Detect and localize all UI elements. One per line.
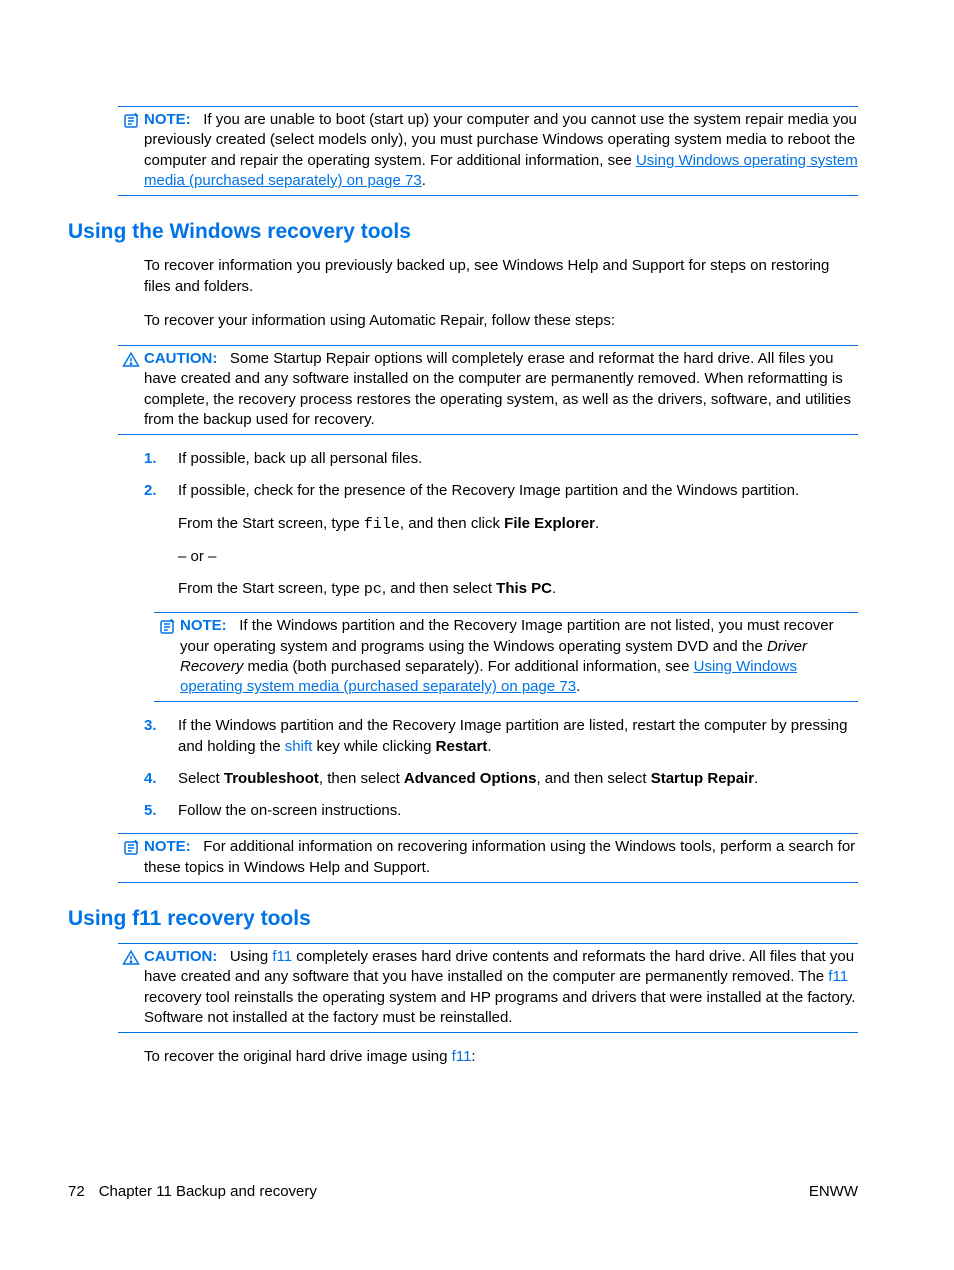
- note-label: NOTE:: [144, 111, 191, 128]
- chapter-label: Chapter 11 Backup and recovery: [99, 1182, 317, 1202]
- code-file: file: [364, 516, 400, 533]
- bold-restart: Restart: [436, 738, 488, 755]
- step-num: 1.: [144, 449, 178, 469]
- code-pc: pc: [364, 581, 382, 598]
- caution1-text: Some Startup Repair options will complet…: [144, 350, 851, 428]
- caution-icon: [118, 947, 144, 967]
- note-body: NOTE: If you are unable to boot (start u…: [144, 110, 858, 191]
- step-body: Follow the on-screen instructions.: [178, 801, 858, 821]
- step-4: 4. Select Troubleshoot, then select Adva…: [144, 769, 858, 789]
- note3-text: For additional information on recovering…: [144, 838, 855, 875]
- step-5: 5. Follow the on-screen instructions.: [144, 801, 858, 821]
- step2-sub3: From the Start screen, type pc, and then…: [178, 579, 858, 600]
- para-3: To recover the original hard drive image…: [144, 1047, 858, 1067]
- page-number: 72: [68, 1182, 85, 1202]
- step-body: If the Windows partition and the Recover…: [178, 716, 858, 757]
- step-3: 3. If the Windows partition and the Reco…: [144, 716, 858, 757]
- para-1: To recover information you previously ba…: [144, 256, 858, 297]
- note-block-2: NOTE: If the Windows partition and the R…: [154, 612, 858, 702]
- ordered-steps-cont: 3. If the Windows partition and the Reco…: [144, 716, 858, 821]
- note-block-3: NOTE: For additional information on reco…: [118, 833, 858, 883]
- bold-file-explorer: File Explorer: [504, 515, 595, 532]
- step-body: Select Troubleshoot, then select Advance…: [178, 769, 858, 789]
- heading-f11-recovery: Using f11 recovery tools: [68, 905, 858, 933]
- step-2: 2. If possible, check for the presence o…: [144, 481, 858, 600]
- para-2: To recover your information using Automa…: [144, 311, 858, 331]
- note-body: NOTE: For additional information on reco…: [144, 837, 858, 878]
- step-num: 3.: [144, 716, 178, 736]
- caution-body: CAUTION: Using f11 completely erases har…: [144, 947, 858, 1028]
- page-content: NOTE: If you are unable to boot (start u…: [0, 0, 954, 1067]
- note-icon: [118, 837, 144, 857]
- key-f11: f11: [452, 1048, 472, 1065]
- note-label: NOTE:: [144, 838, 191, 855]
- note-label: NOTE:: [180, 617, 227, 634]
- caution-body: CAUTION: Some Startup Repair options wil…: [144, 349, 858, 430]
- note-icon: [154, 616, 180, 636]
- note-body: NOTE: If the Windows partition and the R…: [180, 616, 858, 697]
- page-footer: 72 Chapter 11 Backup and recovery ENWW: [68, 1182, 858, 1202]
- note1-text2: .: [422, 172, 426, 189]
- step-body: If possible, back up all personal files.: [178, 449, 858, 469]
- key-f11: f11: [272, 948, 292, 965]
- note-block-1: NOTE: If you are unable to boot (start u…: [118, 106, 858, 196]
- caution-block-2: CAUTION: Using f11 completely erases har…: [118, 943, 858, 1033]
- step-body: If possible, check for the presence of t…: [178, 481, 858, 600]
- key-f11: f11: [828, 968, 848, 985]
- step-num: 4.: [144, 769, 178, 789]
- note2-t3: .: [576, 678, 580, 695]
- footer-enww: ENWW: [809, 1182, 858, 1202]
- note2-t1: If the Windows partition and the Recover…: [180, 617, 834, 654]
- heading-windows-recovery: Using the Windows recovery tools: [68, 218, 858, 246]
- step2-sub1: From the Start screen, type file, and th…: [178, 514, 858, 535]
- caution-label: CAUTION:: [144, 948, 217, 965]
- step2-or: – or –: [178, 547, 858, 567]
- caution-label: CAUTION:: [144, 350, 217, 367]
- key-shift: shift: [285, 738, 313, 755]
- ordered-steps: 1. If possible, back up all personal fil…: [144, 449, 858, 600]
- step-1: 1. If possible, back up all personal fil…: [144, 449, 858, 469]
- note2-t2: media (both purchased separately). For a…: [243, 658, 693, 675]
- step2-text: If possible, check for the presence of t…: [178, 482, 799, 499]
- bold-this-pc: This PC: [496, 580, 552, 597]
- caution-icon: [118, 349, 144, 369]
- step-num: 5.: [144, 801, 178, 821]
- caution-block-1: CAUTION: Some Startup Repair options wil…: [118, 345, 858, 435]
- step-num: 2.: [144, 481, 178, 501]
- note-icon: [118, 110, 144, 130]
